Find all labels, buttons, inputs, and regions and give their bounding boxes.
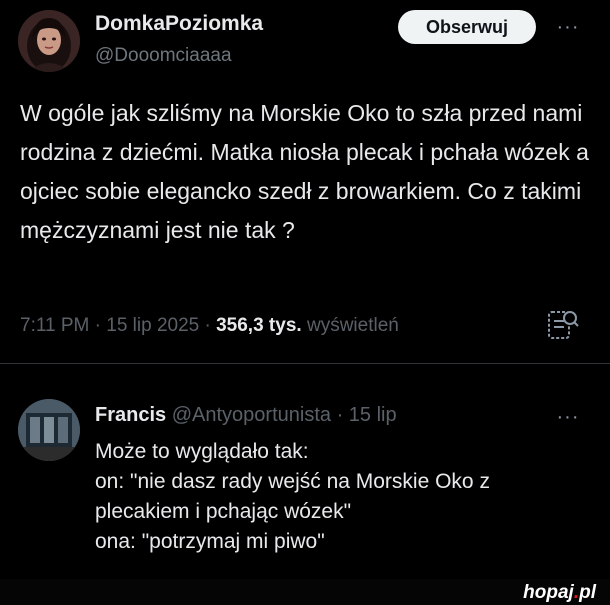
tweet-text: W ogóle jak szliśmy na Morskie Oko to sz…: [20, 100, 589, 243]
reply-author-handle[interactable]: @Antyoportunista: [172, 404, 331, 426]
reply-date[interactable]: 15 lip: [349, 404, 397, 426]
more-options-icon[interactable]: ···: [548, 12, 588, 42]
tweet-date[interactable]: 15 lip 2025: [106, 315, 199, 336]
site-watermark: hopaj.pl: [523, 582, 596, 604]
views-label: wyświetleń: [306, 315, 399, 336]
reply-author-name[interactable]: Francis: [95, 404, 166, 426]
reply-line: ona: "potrzymaj mi piwo": [95, 530, 325, 553]
author-avatar[interactable]: [18, 10, 80, 72]
watermark-main: hopaj: [523, 582, 574, 603]
reply-tweet: Francis @Antyoportunista · 15 lip ··· Mo…: [0, 364, 610, 579]
tweet-meta: 7:11 PM · 15 lip 2025 · 356,3 tys. wyświ…: [20, 315, 399, 337]
reply-line: Może to wyglądało tak:: [95, 440, 309, 463]
reply-avatar[interactable]: [18, 399, 80, 461]
reply-line: plecakiem i pchając wózek": [95, 500, 352, 523]
main-tweet: DomkaPoziomka @Dooomciaaaa Obserwuj ··· …: [0, 0, 610, 362]
reply-header: Francis @Antyoportunista · 15 lip: [95, 404, 397, 427]
watermark-tld: pl: [579, 582, 596, 603]
author-handle[interactable]: @Dooomciaaaa: [95, 45, 232, 67]
follow-button[interactable]: Obserwuj: [398, 10, 536, 44]
author-name[interactable]: DomkaPoziomka: [95, 12, 263, 36]
tweet-time[interactable]: 7:11 PM: [20, 315, 89, 336]
reply-text: Może to wyglądało tak: on: "nie dasz rad…: [95, 437, 595, 557]
footer-bar: [0, 579, 610, 605]
reply-separator: ·: [336, 404, 344, 426]
meta-separator: ·: [94, 315, 101, 336]
meta-separator: ·: [204, 315, 211, 336]
reply-more-options-icon[interactable]: ···: [548, 404, 588, 430]
views-count: 356,3 tys.: [216, 315, 302, 336]
analytics-icon[interactable]: [545, 306, 581, 346]
reply-line: on: "nie dasz rady wejść na Morskie Oko …: [95, 470, 490, 493]
